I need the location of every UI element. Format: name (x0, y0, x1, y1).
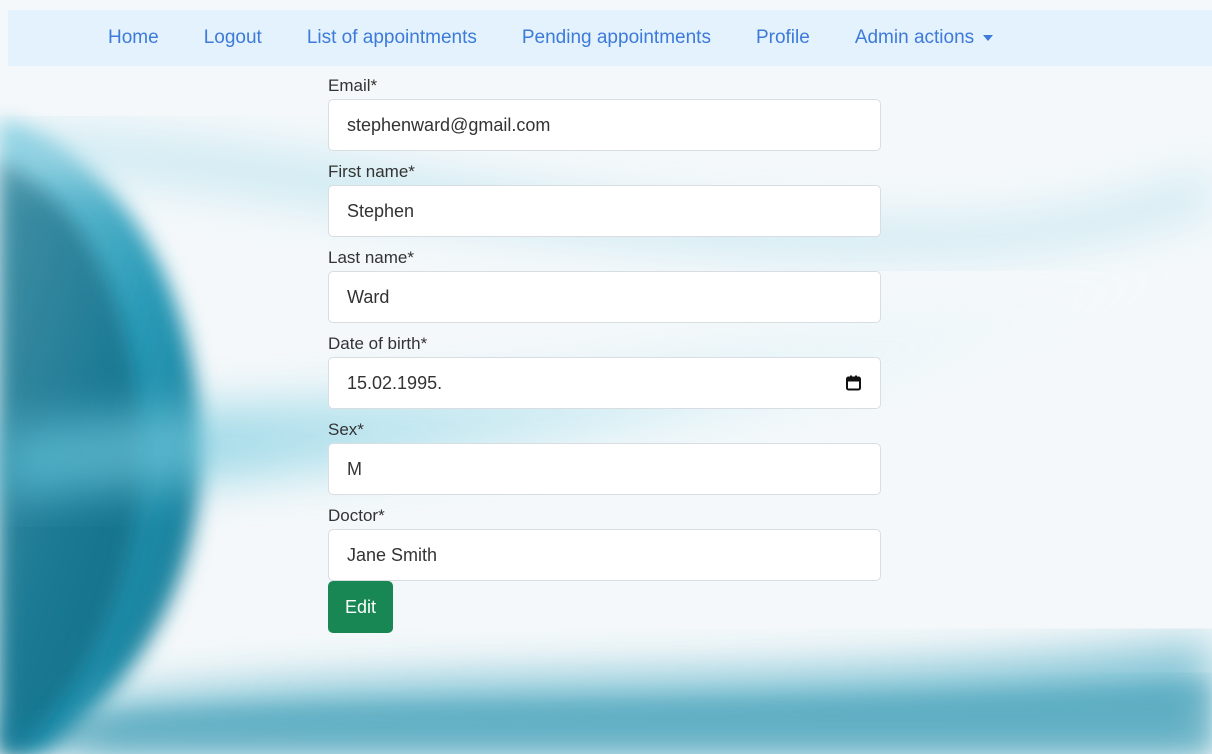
sex-label: Sex* (328, 420, 364, 439)
doctor-field[interactable]: Jane Smith (328, 529, 881, 581)
email-value: stephenward@gmail.com (347, 114, 551, 135)
top-navbar: Home Logout List of appointments Pending… (8, 10, 1212, 66)
date-of-birth-value: 15.02.1995. (347, 372, 443, 393)
doctor-value: Jane Smith (347, 544, 438, 565)
date-of-birth-field[interactable]: 15.02.1995. (328, 357, 881, 409)
last-name-label: Last name* (328, 248, 414, 267)
first-name-label: First name* (328, 162, 415, 181)
email-label: Email* (328, 76, 378, 95)
profile-edit-form: Email* stephenward@gmail.com First name*… (328, 72, 881, 633)
nav-admin-actions-dropdown[interactable]: Admin actions (854, 27, 994, 49)
email-field[interactable]: stephenward@gmail.com (328, 99, 881, 151)
sex-field[interactable]: M (328, 443, 881, 495)
date-of-birth-label: Date of birth* (328, 334, 428, 353)
admin-actions-label: Admin actions (854, 27, 975, 48)
nav-list-of-appointments[interactable]: List of appointments (307, 27, 477, 49)
first-name-field[interactable]: Stephen (328, 185, 881, 237)
last-name-value: Ward (347, 286, 390, 307)
last-name-field[interactable]: Ward (328, 271, 881, 323)
nav-profile[interactable]: Profile (756, 27, 810, 49)
nav-pending-appointments[interactable]: Pending appointments (522, 27, 711, 49)
calendar-icon[interactable] (844, 373, 862, 393)
nav-home[interactable]: Home (108, 27, 159, 49)
caret-down-icon (983, 35, 994, 41)
edit-button[interactable]: Edit (328, 581, 394, 633)
sex-value: M (347, 458, 362, 479)
first-name-value: Stephen (347, 200, 415, 221)
nav-logout[interactable]: Logout (204, 27, 262, 49)
doctor-label: Doctor* (328, 506, 385, 525)
